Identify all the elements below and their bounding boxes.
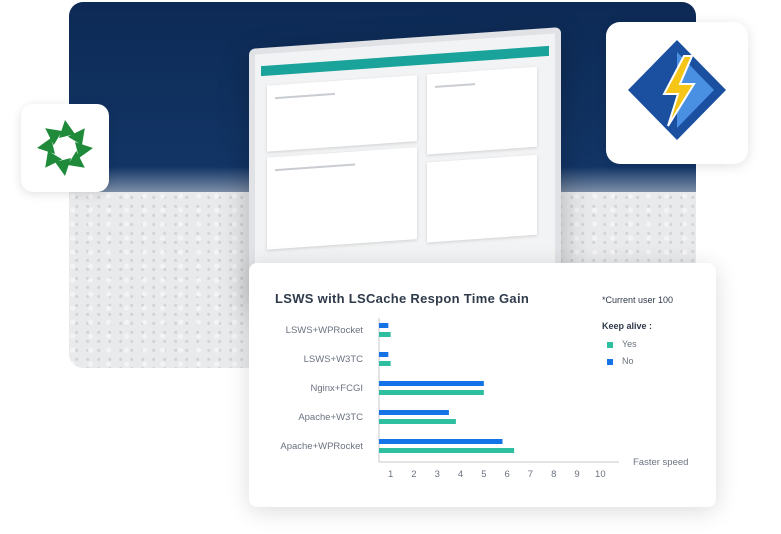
bar-chart: LSWS+WPRocket LSWS+W3TC Nginx+FCGI Apache+W… [280, 318, 688, 480]
bar-yes [379, 390, 484, 395]
x-tick-label: 7 [528, 469, 533, 480]
x-tick-label: 4 [458, 469, 463, 480]
laptop-screen [249, 27, 561, 301]
x-axis-label: Faster speed [633, 457, 688, 468]
category-label: Apache+W3TC [298, 412, 363, 423]
green-pinwheel-icon [37, 120, 93, 176]
laptop-panel [267, 75, 417, 152]
x-tick-label: 1 [388, 469, 393, 480]
right-logo-tile [606, 22, 748, 164]
x-tick-label: 8 [551, 469, 556, 480]
chart-card: LSWS with LSCache Respon Time Gain *Curr… [249, 263, 716, 507]
laptop-panel [427, 154, 537, 243]
bar-no [379, 410, 449, 415]
category-label: LSWS+W3TC [304, 354, 364, 365]
bar-no [379, 323, 389, 328]
bar-no [379, 381, 484, 386]
bar-yes [379, 332, 391, 337]
bar-yes [379, 419, 456, 424]
category-label: LSWS+WPRocket [286, 325, 364, 336]
x-tick-label: 5 [481, 469, 486, 480]
category-label: Apache+WPRocket [280, 441, 363, 452]
bar-yes [379, 448, 515, 453]
laptop-panel [267, 147, 417, 250]
x-tick-label: 6 [505, 469, 510, 480]
x-tick-label: 9 [574, 469, 579, 480]
bar-yes [379, 361, 391, 366]
category-label: Nginx+FCGI [310, 383, 363, 394]
litespeed-icon [628, 40, 726, 140]
bar-no [379, 352, 389, 357]
left-logo-tile [21, 104, 109, 192]
x-tick-label: 10 [595, 469, 606, 480]
x-tick-label: 2 [411, 469, 416, 480]
laptop-panel [427, 66, 537, 155]
bar-no [379, 439, 503, 444]
x-tick-label: 3 [435, 469, 440, 480]
